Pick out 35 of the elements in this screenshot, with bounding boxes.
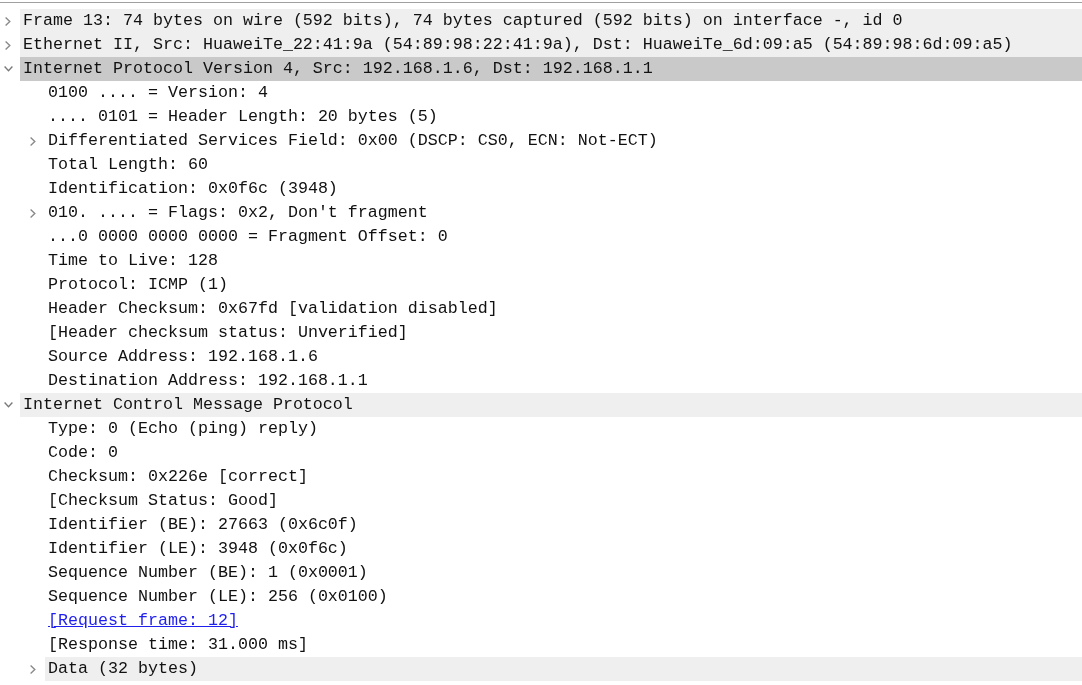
chevron-right-icon[interactable]: [30, 136, 36, 146]
tree-item[interactable]: [Response time: 31.000 ms]: [45, 633, 311, 657]
chevron-down-icon[interactable]: [4, 66, 13, 72]
tree-item[interactable]: Identification: 0x0f6c (3948): [45, 177, 341, 201]
tree-item[interactable]: Sequence Number (BE): 1 (0x0001): [45, 561, 371, 585]
tree-item[interactable]: Header Checksum: 0x67fd [validation disabled]: [45, 297, 501, 321]
protocol-tree-item[interactable]: Internet Protocol Version 4, Src: 192.168.1.6, Dst: 192.168.1.1: [20, 57, 1082, 81]
chevron-right-icon[interactable]: [5, 16, 11, 26]
protocol-tree-item[interactable]: Internet Control Message Protocol: [20, 393, 1082, 417]
tree-item[interactable]: Identifier (BE): 27663 (0x6c0f): [45, 513, 361, 537]
tree-item[interactable]: Differentiated Services Field: 0x00 (DSCP: CS0, ECN: Not-ECT): [45, 129, 661, 153]
tree-item[interactable]: Sequence Number (LE): 256 (0x0100): [45, 585, 391, 609]
tree-item[interactable]: .... 0101 = Header Length: 20 bytes (5): [45, 105, 441, 129]
tree-item[interactable]: Time to Live: 128: [45, 249, 221, 273]
chevron-right-icon[interactable]: [5, 40, 11, 50]
chevron-right-icon[interactable]: [30, 664, 36, 674]
tree-item[interactable]: Identifier (LE): 3948 (0x0f6c): [45, 537, 351, 561]
tree-item[interactable]: Protocol: ICMP (1): [45, 273, 231, 297]
tree-item[interactable]: Type: 0 (Echo (ping) reply): [45, 417, 321, 441]
tree-item[interactable]: [Checksum Status: Good]: [45, 489, 281, 513]
chevron-right-icon[interactable]: [30, 208, 36, 218]
tree-item[interactable]: Total Length: 60: [45, 153, 211, 177]
tree-item[interactable]: Code: 0: [45, 441, 121, 465]
tree-item[interactable]: ...0 0000 0000 0000 = Fragment Offset: 0: [45, 225, 451, 249]
tree-item[interactable]: Destination Address: 192.168.1.1: [45, 369, 371, 393]
chevron-down-icon[interactable]: [4, 402, 13, 408]
tree-item[interactable]: 0100 .... = Version: 4: [45, 81, 271, 105]
protocol-tree-item[interactable]: Data (32 bytes): [45, 657, 1082, 681]
tree-item[interactable]: Source Address: 192.168.1.6: [45, 345, 321, 369]
protocol-tree-item[interactable]: Frame 13: 74 bytes on wire (592 bits), 74 bytes captured (592 bits) on interface -, id 0: [20, 9, 1082, 33]
protocol-tree-item[interactable]: Ethernet II, Src: HuaweiTe_22:41:9a (54:89:98:22:41:9a), Dst: HuaweiTe_6d:09:a5 (54:89:98:6d:09:a5): [20, 33, 1082, 57]
link[interactable]: [Request frame: 12]: [45, 609, 241, 633]
tree-item[interactable]: [Header checksum status: Unverified]: [45, 321, 411, 345]
tree-item[interactable]: Checksum: 0x226e [correct]: [45, 465, 311, 489]
tree-item[interactable]: 010. .... = Flags: 0x2, Don't fragment: [45, 201, 431, 225]
